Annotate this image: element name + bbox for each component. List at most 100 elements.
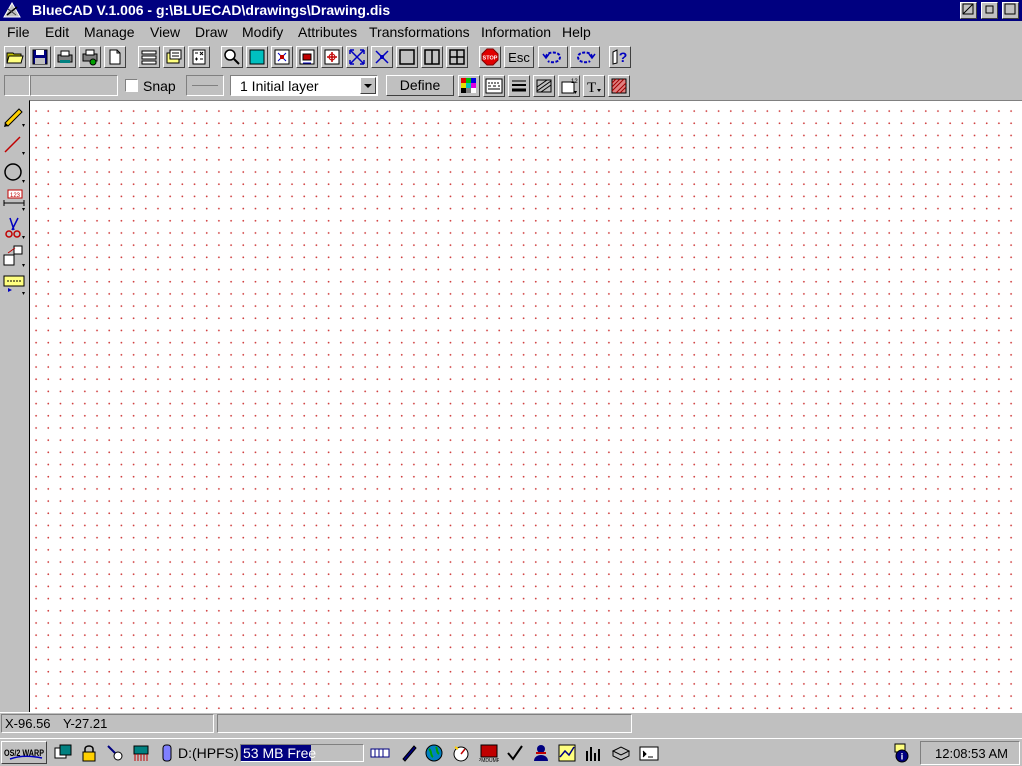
zoom-in-button[interactable]	[271, 46, 293, 68]
attribute-tool-button[interactable]	[1, 270, 27, 297]
window-list-icon[interactable]	[52, 742, 74, 764]
scissors-icon	[5, 217, 25, 239]
menu-attributes[interactable]: Attributes	[298, 24, 357, 40]
menu-view[interactable]: View	[150, 24, 180, 40]
zoom-in-icon	[274, 49, 290, 65]
calculator-icon	[192, 49, 206, 65]
zoom-window-button[interactable]	[246, 46, 268, 68]
disk-stack-icon[interactable]	[610, 742, 632, 764]
drive-icon[interactable]	[156, 742, 178, 764]
print-preview-button[interactable]	[79, 46, 101, 68]
x-coordinate: X-96.56	[5, 716, 51, 731]
single-view-icon	[399, 49, 415, 65]
printer-setup-icon	[82, 49, 98, 66]
zoom-center-button[interactable]	[371, 46, 393, 68]
open-button[interactable]	[4, 46, 26, 68]
zoom-all-button[interactable]	[346, 46, 368, 68]
maximize-button[interactable]	[1002, 2, 1019, 19]
pen-icon[interactable]	[398, 742, 420, 764]
menu-transformations[interactable]: Transformations	[369, 24, 470, 40]
transform-tool-button[interactable]	[1, 242, 27, 269]
svg-text:123: 123	[10, 193, 21, 199]
zoom-out-icon	[299, 49, 315, 65]
shredder-icon[interactable]	[130, 742, 152, 764]
text-size-icon: 12	[561, 79, 578, 94]
redo-icon	[576, 51, 596, 64]
window-zoom-icon	[249, 49, 265, 65]
color-palette-icon	[461, 78, 476, 93]
cut-tool-button[interactable]	[1, 214, 27, 241]
app-icon[interactable]	[2, 1, 22, 19]
dimension-icon: 123	[3, 189, 25, 211]
restore-button[interactable]	[981, 2, 998, 19]
user-icon[interactable]	[530, 742, 552, 764]
message-panel	[217, 714, 632, 733]
pulse-icon[interactable]	[583, 742, 605, 764]
checkmark-icon[interactable]	[504, 742, 526, 764]
menu-help[interactable]: Help	[562, 24, 591, 40]
print-button[interactable]	[54, 46, 76, 68]
drive-label: D:(HPFS)	[178, 745, 239, 761]
text-size-button[interactable]: 12	[558, 75, 580, 97]
info-icon[interactable]: i	[891, 742, 913, 764]
define-button[interactable]: Define	[386, 75, 454, 96]
chevron-down-icon[interactable]	[360, 77, 376, 94]
zoom-button[interactable]	[221, 46, 243, 68]
command-prompt-icon[interactable]	[638, 742, 660, 764]
drawing-canvas[interactable]	[29, 100, 1022, 712]
split-view-button[interactable]	[421, 46, 443, 68]
quad-view-button[interactable]	[446, 46, 468, 68]
color-button[interactable]	[458, 75, 480, 97]
os2-warp-logo[interactable]: OS/2 WARP	[1, 741, 47, 764]
help-icon: ?	[612, 49, 628, 65]
menu-manage[interactable]: Manage	[84, 24, 135, 40]
clock: 12:08:53 AM	[935, 746, 1008, 761]
layers-button[interactable]	[138, 46, 160, 68]
menu-file[interactable]: File	[7, 24, 30, 40]
line-width-button[interactable]	[508, 75, 530, 97]
zoom-out-button[interactable]	[296, 46, 318, 68]
menu-modify[interactable]: Modify	[242, 24, 283, 40]
help-button[interactable]: ?	[609, 46, 631, 68]
window-title: BlueCAD V.1.006 - g:\BLUECAD\drawings\Dr…	[32, 2, 391, 18]
chart-icon[interactable]	[556, 742, 578, 764]
line-style-field[interactable]	[186, 75, 224, 96]
fill-button[interactable]	[608, 75, 630, 97]
find-icon[interactable]	[104, 742, 126, 764]
pmdump-icon[interactable]: PMDUMP	[478, 742, 500, 764]
lockup-icon[interactable]	[78, 742, 100, 764]
undo-button[interactable]	[538, 46, 568, 68]
font-button[interactable]: T	[583, 75, 605, 97]
save-button[interactable]	[29, 46, 51, 68]
transform-icon	[3, 245, 25, 267]
keyboard-icon[interactable]	[368, 742, 392, 764]
pan-button[interactable]	[321, 46, 343, 68]
drive-free-text: 53 MB Free	[243, 745, 317, 761]
menu-draw[interactable]: Draw	[195, 24, 228, 40]
line-type-icon	[485, 78, 503, 94]
single-view-button[interactable]	[396, 46, 418, 68]
layer-select[interactable]: 1 Initial layer	[230, 75, 378, 96]
stop-button[interactable]: STOP	[479, 46, 501, 68]
dimension-tool-button[interactable]: 123	[1, 186, 27, 213]
snap-checkbox[interactable]	[125, 79, 138, 92]
menu-information[interactable]: Information	[481, 24, 551, 40]
menu-edit[interactable]: Edit	[45, 24, 69, 40]
line-tool-button[interactable]	[1, 130, 27, 157]
svg-text:?: ?	[619, 49, 628, 65]
svg-text:PMDUMP: PMDUMP	[479, 758, 499, 763]
line-type-button[interactable]	[483, 75, 505, 97]
layer-manager-button[interactable]	[163, 46, 185, 68]
circle-tool-button[interactable]	[1, 158, 27, 185]
hatch-button[interactable]	[533, 75, 555, 97]
esc-button[interactable]: Esc	[504, 46, 534, 68]
redo-button[interactable]	[570, 46, 600, 68]
new-button[interactable]	[104, 46, 126, 68]
esc-label: Esc	[508, 49, 530, 65]
pencil-tool-button[interactable]	[1, 102, 27, 129]
minimize-button[interactable]	[960, 2, 977, 19]
globe-icon[interactable]	[423, 742, 445, 764]
gauge-icon[interactable]	[450, 742, 472, 764]
zoom-center-icon	[375, 50, 389, 64]
calculator-button[interactable]	[188, 46, 210, 68]
